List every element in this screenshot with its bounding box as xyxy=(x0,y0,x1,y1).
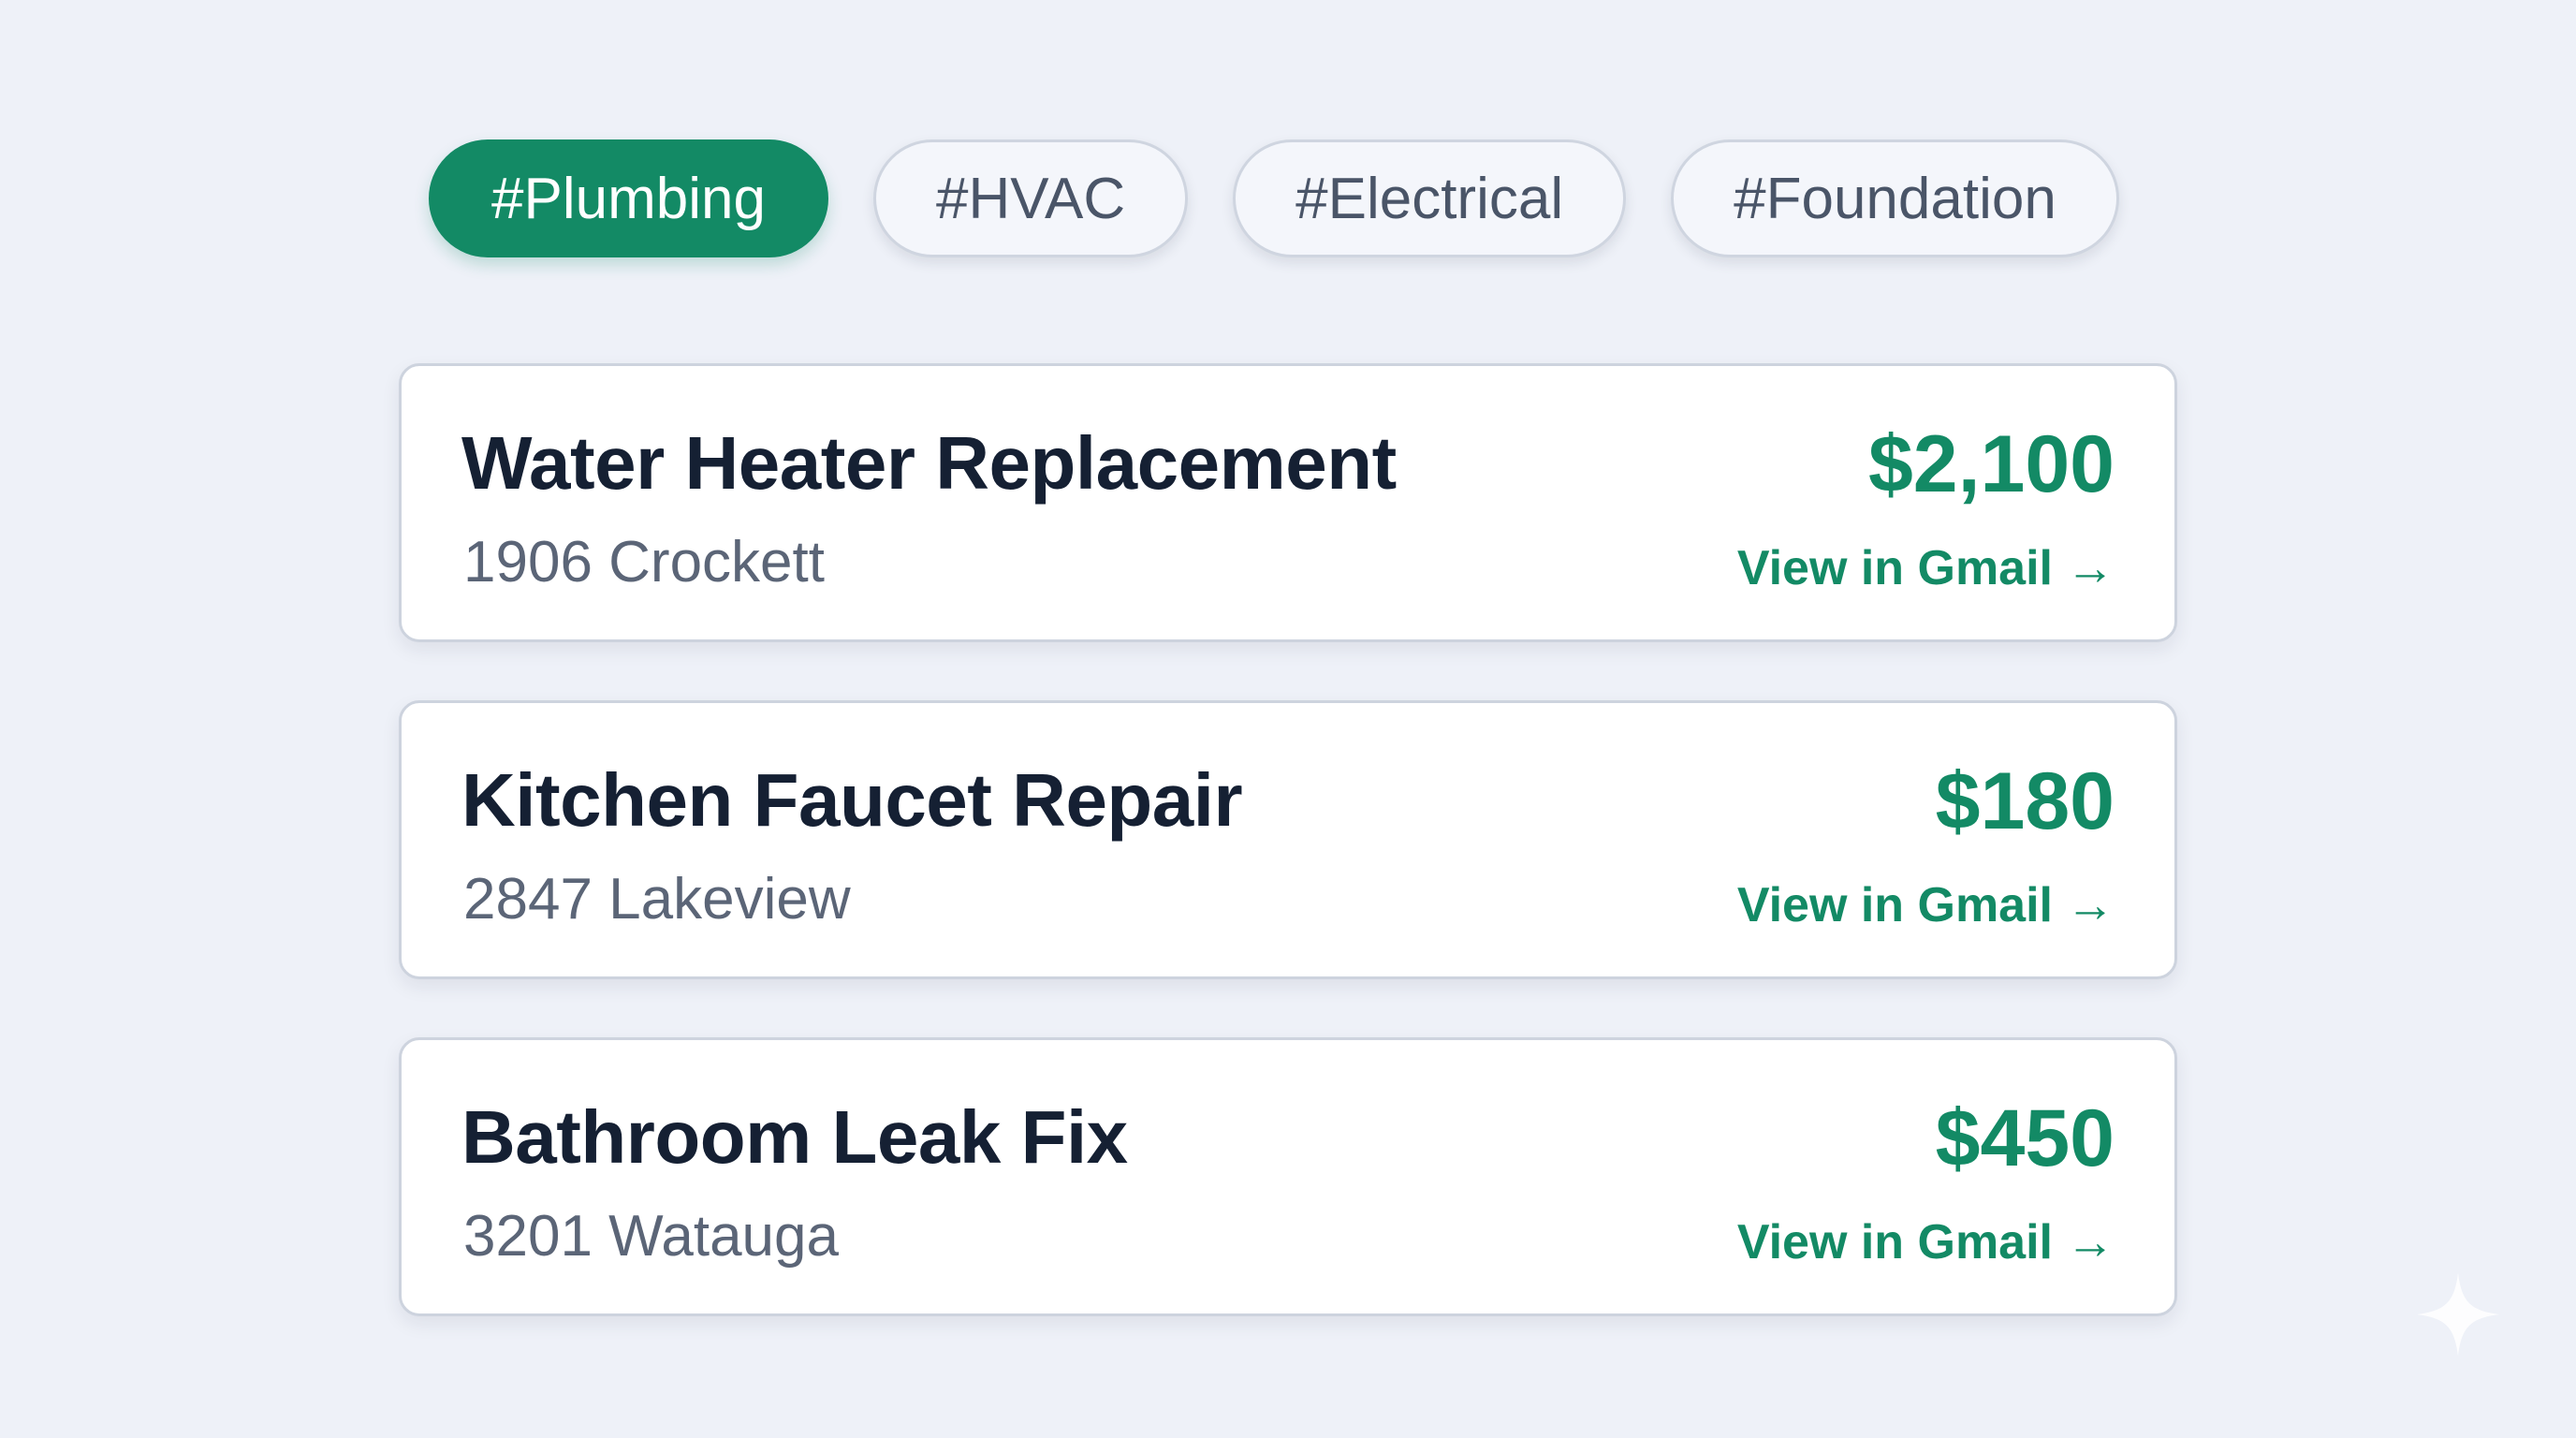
view-in-gmail-link[interactable]: View in Gmail → xyxy=(1737,540,2115,596)
job-title: Kitchen Faucet Repair xyxy=(461,758,1243,842)
job-card-bathroom-leak: Bathroom Leak Fix 3201 Watauga $450 View… xyxy=(399,1037,2177,1316)
job-address: 3201 Watauga xyxy=(463,1204,840,1269)
arrow-right-icon: → xyxy=(2066,541,2115,595)
view-in-gmail-label: View in Gmail xyxy=(1736,1215,2053,1269)
filter-tag-bar: #Plumbing #HVAC #Electrical #Foundation xyxy=(429,139,2119,258)
job-address: 2847 Lakeview xyxy=(463,867,851,932)
view-in-gmail-label: View in Gmail xyxy=(1736,878,2053,932)
filter-tag-plumbing[interactable]: #Plumbing xyxy=(429,139,828,257)
filter-tag-hvac[interactable]: #HVAC xyxy=(872,139,1189,257)
job-card-water-heater: Water Heater Replacement 1906 Crockett $… xyxy=(399,363,2177,642)
job-title: Bathroom Leak Fix xyxy=(461,1095,1128,1179)
filter-tag-foundation[interactable]: #Foundation xyxy=(1671,139,2119,257)
job-list: Water Heater Replacement 1906 Crockett $… xyxy=(399,363,2177,1374)
job-price: $180 xyxy=(1935,756,2115,846)
sparkle-icon xyxy=(2416,1272,2500,1357)
arrow-right-icon: → xyxy=(2066,878,2115,932)
view-in-gmail-link[interactable]: View in Gmail → xyxy=(1737,877,2115,933)
job-title: Water Heater Replacement xyxy=(461,421,1397,505)
arrow-right-icon: → xyxy=(2066,1215,2115,1269)
view-in-gmail-label: View in Gmail xyxy=(1736,541,2053,595)
view-in-gmail-link[interactable]: View in Gmail → xyxy=(1737,1214,2115,1270)
filter-tag-electrical[interactable]: #Electrical xyxy=(1233,139,1627,257)
job-price: $450 xyxy=(1935,1093,2115,1183)
job-address: 1906 Crockett xyxy=(463,530,825,594)
job-card-kitchen-faucet: Kitchen Faucet Repair 2847 Lakeview $180… xyxy=(399,700,2177,979)
job-price: $2,100 xyxy=(1867,419,2115,509)
